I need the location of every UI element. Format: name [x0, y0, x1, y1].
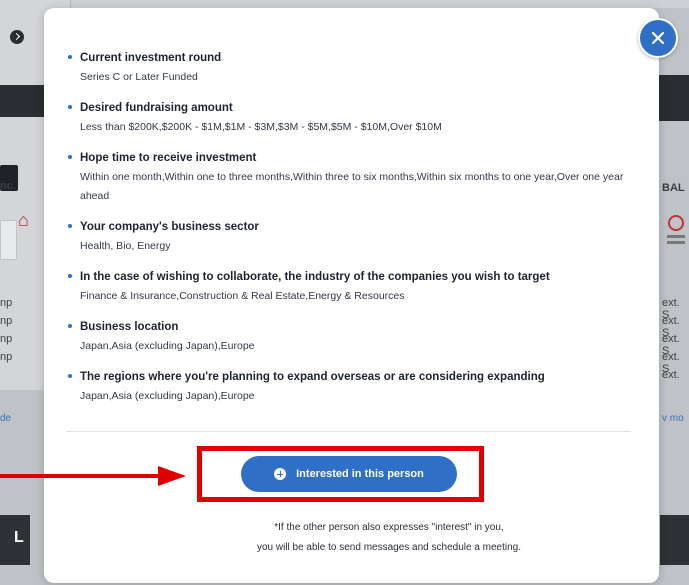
detail-value: Within one month,Within one to three mon…	[80, 171, 624, 202]
bg-top-bar	[0, 0, 689, 8]
arrow-right-icon	[0, 466, 186, 486]
bullet-icon	[68, 105, 72, 109]
bg-text-right: ext.	[662, 369, 680, 381]
interest-note: *If the other person also expresses "int…	[204, 518, 574, 558]
detail-value: Series C or Later Funded	[80, 71, 198, 83]
detail-label: The regions where you're planning to exp…	[80, 371, 545, 383]
divider	[66, 431, 631, 432]
bg-logo-icon: ⌂	[18, 210, 29, 230]
bg-text-left: np	[0, 297, 13, 309]
detail-label: Hope time to receive investment	[80, 152, 257, 164]
bullet-icon	[68, 224, 72, 228]
bullet-icon	[68, 374, 72, 378]
detail-label: In the case of wishing to collaborate, t…	[80, 271, 550, 283]
bg-link-right: v mo	[662, 413, 684, 424]
close-icon	[651, 31, 665, 45]
detail-label: Your company's business sector	[80, 221, 259, 233]
highlight-box	[197, 446, 484, 502]
detail-value: Less than $200K,$200K - $1M,$1M - $3M,$3…	[80, 121, 442, 133]
detail-item: Hope time to receive investment Within o…	[66, 150, 641, 206]
detail-label: Desired fundraising amount	[80, 102, 233, 114]
bullet-icon	[68, 155, 72, 159]
detail-value: Finance & Insurance,Construction & Real …	[80, 290, 405, 302]
detail-item: Business location Japan,Asia (excluding …	[66, 319, 641, 356]
note-line: you will be able to send messages and sc…	[256, 542, 522, 553]
detail-value: Japan,Asia (excluding Japan),Europe	[80, 390, 255, 402]
bg-bottom-bar-left: L	[0, 515, 30, 565]
detail-list: Current investment round Series C or Lat…	[66, 50, 641, 419]
bg-field	[0, 220, 17, 260]
detail-label: Current investment round	[80, 52, 222, 64]
bg-dark-band-right	[659, 75, 689, 121]
note-line: *If the other person also expresses "int…	[274, 522, 504, 533]
detail-label: Business location	[80, 321, 179, 333]
bg-text-left: L	[14, 529, 24, 546]
detail-item: The regions where you're planning to exp…	[66, 369, 641, 406]
bullet-icon	[68, 274, 72, 278]
detail-item: In the case of wishing to collaborate, t…	[66, 269, 641, 306]
bg-text-left: nc.	[0, 180, 16, 192]
bg-logo-right-icon	[667, 215, 685, 244]
bg-text-left: np	[0, 315, 13, 327]
chevron-right-icon	[10, 30, 24, 44]
bg-bottom-bar-right	[660, 515, 689, 565]
bg-text-left: np	[0, 333, 13, 345]
detail-item: Desired fundraising amount Less than $20…	[66, 100, 641, 137]
detail-value: Japan,Asia (excluding Japan),Europe	[80, 340, 255, 352]
bullet-icon	[68, 324, 72, 328]
bg-link-left: de	[0, 413, 12, 424]
detail-value: Health, Bio, Energy	[80, 240, 171, 252]
bg-text-right: BAL	[662, 182, 685, 194]
detail-item: Current investment round Series C or Lat…	[66, 50, 641, 87]
detail-item: Your company's business sector Health, B…	[66, 219, 641, 256]
bg-text-left: np	[0, 351, 13, 363]
bg-dark-band-left	[0, 85, 44, 117]
bullet-icon	[68, 55, 72, 59]
close-button[interactable]	[638, 18, 678, 58]
